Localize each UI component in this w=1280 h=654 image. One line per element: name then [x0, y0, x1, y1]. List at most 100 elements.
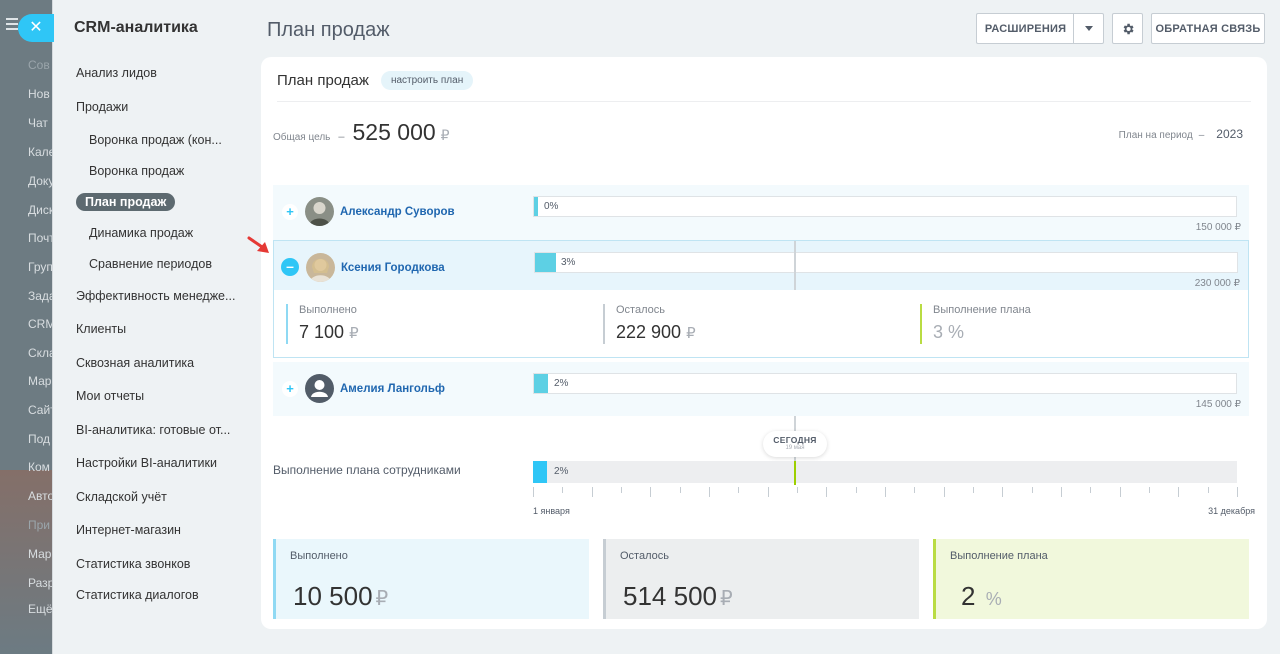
- sidebar-item-sales-plan[interactable]: План продаж: [76, 193, 176, 211]
- currency: ₽: [375, 588, 389, 610]
- total-progress-percent: 2%: [554, 466, 569, 477]
- stat-done: Выполнено 7 100 ₽: [286, 304, 359, 344]
- period-year-selector[interactable]: 2023: [1216, 127, 1243, 141]
- progress-fill: [534, 197, 538, 216]
- timeline-scale: [533, 487, 1238, 499]
- progress-bar: 0%: [533, 196, 1237, 217]
- timeline-tick: [767, 487, 769, 497]
- employee-name[interactable]: Амелия Лангольф: [340, 383, 445, 395]
- timeline-tick: [1031, 487, 1033, 493]
- stat-label: Выполнено: [299, 304, 357, 316]
- background-app-menu: Сов Нов Чат Кале Доку Диск Почт Груп Зад…: [0, 0, 60, 654]
- configure-plan-button[interactable]: настроить план: [380, 71, 474, 90]
- timeline-tick: [826, 487, 828, 497]
- progress-bar: 2%: [533, 373, 1237, 394]
- employee-plan-amount: 150 000 ₽: [1195, 222, 1241, 233]
- avatar: [306, 253, 335, 282]
- summary-label: Выполнение плана: [950, 550, 1048, 562]
- expand-icon[interactable]: +: [282, 381, 298, 397]
- stat-value: 222 900 ₽: [616, 322, 696, 343]
- total-progress-bar: 2%: [533, 461, 1237, 483]
- menu-icon: [6, 18, 18, 33]
- sidebar-item-call-stats[interactable]: Статистика звонков: [76, 557, 190, 571]
- sidebar-item-bi-ready[interactable]: BI-аналитика: готовые от...: [76, 423, 230, 437]
- summary-number: 10 500: [293, 581, 373, 611]
- settings-button[interactable]: [1112, 13, 1143, 44]
- avatar: [305, 374, 334, 403]
- close-slider-button[interactable]: ✕: [18, 14, 54, 42]
- stat-plan-completion: Выполнение плана 3 %: [920, 304, 1031, 344]
- today-date: 19 мая: [785, 445, 805, 451]
- timeline-tick: [562, 487, 564, 493]
- summary-number: 514 500: [623, 581, 717, 611]
- summary-label: Осталось: [620, 550, 669, 562]
- employee-row[interactable]: + Амелия Лангольф 2% 145 000 ₽: [273, 362, 1249, 416]
- sidebar-item-period-comparison[interactable]: Сравнение периодов: [89, 257, 212, 271]
- timeline-tick: [679, 487, 681, 493]
- goal-value: 525 000: [352, 119, 436, 145]
- sidebar-item-warehouse[interactable]: Складской учёт: [76, 490, 167, 504]
- sidebar-item-sales-funnel[interactable]: Воронка продаж: [89, 164, 184, 178]
- timeline-tick: [914, 487, 916, 493]
- panel-title: План продаж: [277, 72, 369, 89]
- sidebar-item-end-to-end-analytics[interactable]: Сквозная аналитика: [76, 356, 194, 370]
- stat-value: 7 100 ₽: [299, 322, 359, 343]
- employee-name[interactable]: Ксения Городкова: [341, 262, 445, 274]
- goal-label: Общая цель: [273, 132, 331, 143]
- divider: [277, 101, 1251, 102]
- feedback-button[interactable]: ОБРАТНАЯ СВЯЗЬ: [1151, 13, 1265, 44]
- timeline-tick: [738, 487, 740, 493]
- employee-plan-amount: 230 000 ₽: [1194, 278, 1240, 289]
- sidebar-item-sales-funnel-conversion[interactable]: Воронка продаж (кон...: [89, 133, 222, 147]
- percent-unit: %: [985, 589, 1002, 609]
- timeline-tick: [1237, 487, 1238, 497]
- timeline-tick: [1090, 487, 1092, 493]
- sidebar-item-bi-settings[interactable]: Настройки BI-аналитики: [76, 456, 217, 470]
- sidebar: CRM-аналитика Анализ лидов Продажи Ворон…: [53, 0, 235, 654]
- extensions-button[interactable]: РАСШИРЕНИЯ: [976, 13, 1074, 44]
- sidebar-item-dialog-stats[interactable]: Статистика диалогов: [76, 588, 199, 602]
- employee-row[interactable]: + Александр Суворов 0% 150 000 ₽: [273, 185, 1249, 241]
- timeline-tick: [1061, 487, 1062, 497]
- timeline-tick: [1002, 487, 1004, 497]
- progress-percent: 3%: [561, 257, 576, 268]
- stat-label: Осталось: [616, 304, 665, 316]
- plan-period: План на период –2023: [1119, 127, 1243, 141]
- summary-number: 2: [961, 581, 976, 611]
- currency: ₽: [719, 588, 733, 610]
- employee-name[interactable]: Александр Суворов: [340, 206, 455, 218]
- stat-label: Выполнение плана: [933, 304, 1031, 316]
- employee-plan-amount: 145 000 ₽: [1195, 399, 1241, 410]
- avatar: [305, 197, 334, 226]
- goal-currency: ₽: [440, 127, 450, 143]
- sidebar-item-my-reports[interactable]: Мои отчеты: [76, 389, 144, 403]
- extensions-dropdown-button[interactable]: [1073, 13, 1104, 44]
- sales-plan-panel: План продаж настроить план Общая цель – …: [261, 57, 1267, 629]
- sidebar-item-clients[interactable]: Клиенты: [76, 322, 126, 336]
- stat-number: 222 900: [616, 322, 682, 342]
- employee-row-expanded[interactable]: – Ксения Городкова 3% 230 000 ₽: [273, 240, 1249, 294]
- today-line: [794, 241, 796, 293]
- sidebar-item-sales[interactable]: Продажи: [76, 100, 128, 114]
- sidebar-item-sales-dynamics[interactable]: Динамика продаж: [89, 226, 193, 240]
- total-progress-fill: [533, 461, 548, 483]
- summary-left: Осталось 514 500 ₽: [603, 539, 919, 619]
- today-tick: [794, 461, 796, 485]
- page-title: План продаж: [267, 19, 390, 41]
- timeline-tick: [591, 487, 593, 497]
- summary-done: Выполнено 10 500 ₽: [273, 539, 589, 619]
- currency: ₽: [349, 325, 359, 342]
- employee-stats: Выполнено 7 100 ₽ Осталось 222 900 ₽ Вып…: [273, 290, 1249, 358]
- sidebar-item-online-store[interactable]: Интернет-магазин: [76, 523, 181, 537]
- today-marker: СЕГОДНЯ 19 мая: [763, 431, 827, 457]
- collapse-icon[interactable]: –: [281, 258, 299, 276]
- timeline-tick: [973, 487, 974, 493]
- timeline-tick: [797, 487, 798, 493]
- total-goal: Общая цель – 525 000 ₽: [273, 119, 450, 146]
- stat-value: 3 %: [933, 322, 965, 342]
- sidebar-item-manager-efficiency[interactable]: Эффективность менедже...: [76, 289, 235, 303]
- summary-label: Выполнено: [290, 550, 348, 562]
- sidebar-item-lead-analysis[interactable]: Анализ лидов: [76, 66, 157, 80]
- expand-icon[interactable]: +: [282, 204, 298, 220]
- period-label: План на период: [1118, 130, 1193, 141]
